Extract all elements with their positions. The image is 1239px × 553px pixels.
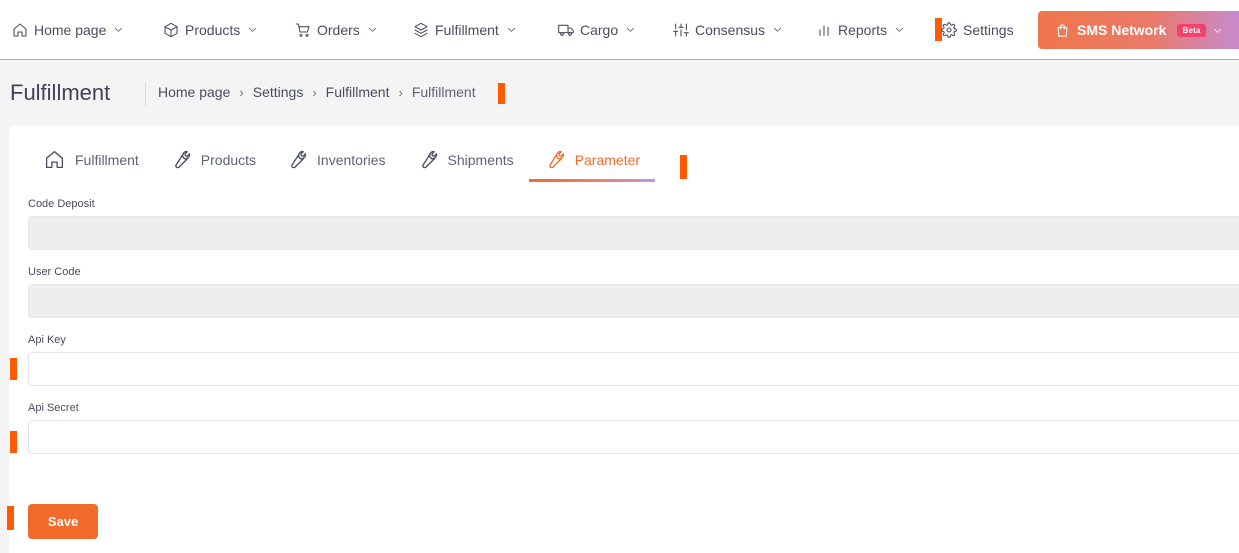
api-secret-label: Api Secret — [28, 402, 79, 414]
wrench-icon — [291, 150, 307, 169]
highlight-marker — [10, 358, 17, 380]
fulfillment-icon — [414, 22, 428, 37]
user-code-label: User Code — [28, 266, 81, 278]
nav-consensus[interactable]: Consensus — [673, 0, 783, 60]
breadcrumb-separator: › — [398, 84, 403, 100]
beta-badge: Beta — [1177, 23, 1206, 37]
highlight-marker — [10, 431, 17, 453]
breadcrumb: Home page › Settings › Fulfillment › Ful… — [158, 84, 476, 100]
chevron-down-icon — [773, 27, 782, 32]
wrench-icon — [175, 150, 190, 169]
code-deposit-label: Code Deposit — [28, 198, 95, 210]
nav-consensus-label: Consensus — [695, 21, 766, 38]
nav-orders[interactable]: Orders — [295, 0, 378, 60]
gear-icon — [941, 21, 957, 38]
highlight-marker — [680, 155, 687, 179]
truck-icon — [558, 24, 574, 36]
sliders-icon — [673, 22, 689, 37]
highlight-marker — [498, 83, 505, 104]
settings-card — [9, 126, 1239, 553]
save-button[interactable]: Save — [28, 504, 98, 539]
tab-shipments[interactable]: Shipments — [417, 146, 514, 182]
chevron-down-icon — [507, 27, 515, 32]
chevron-down-icon — [895, 27, 904, 32]
breadcrumb-separator: › — [239, 84, 244, 100]
cart-icon — [295, 22, 310, 37]
nav-settings[interactable]: Settings — [941, 0, 1014, 60]
nav-home-page-label: Home page — [34, 21, 107, 38]
breadcrumb-home-page[interactable]: Home page — [158, 84, 230, 100]
chevron-down-icon — [627, 27, 635, 32]
chevron-down-icon — [249, 27, 257, 32]
code-deposit-field — [28, 216, 1239, 250]
chevron-down-icon — [115, 27, 123, 32]
title-divider — [145, 82, 146, 106]
tab-shipments-label: Shipments — [447, 152, 514, 168]
nav-reports[interactable]: Reports — [816, 0, 905, 60]
nav-fulfillment[interactable]: Fulfillment — [413, 0, 517, 60]
page-title: Fulfillment — [10, 80, 111, 105]
nav-orders-label: Orders — [317, 21, 360, 38]
nav-reports-label: Reports — [838, 21, 888, 38]
api-key-label: Api Key — [28, 334, 66, 346]
nav-home-page[interactable]: Home page — [12, 0, 124, 60]
top-navbar: Home page Products Orders Fulfillment Ca… — [0, 0, 1239, 60]
nav-products-label: Products — [185, 21, 241, 38]
highlight-marker — [7, 506, 14, 530]
tab-parameter-label: Parameter — [574, 152, 641, 168]
tab-products-label: Products — [200, 152, 257, 168]
api-key-field[interactable] — [28, 352, 1239, 386]
nav-settings-label: Settings — [963, 21, 1014, 38]
breadcrumb-separator: › — [312, 84, 317, 100]
wrench-icon — [548, 150, 564, 169]
breadcrumb-current: Fulfillment — [411, 84, 476, 100]
tab-inventories-label: Inventories — [317, 152, 386, 168]
sms-network-button[interactable]: SMS Network Beta — [1038, 11, 1239, 49]
bar-chart-icon — [819, 24, 829, 36]
tab-parameter[interactable]: Parameter — [528, 146, 656, 182]
wrench-icon — [421, 150, 437, 169]
user-code-field — [28, 284, 1239, 318]
nav-cargo-label: Cargo — [580, 21, 619, 38]
chevron-down-icon — [1213, 28, 1221, 33]
shopping-bag-icon — [1057, 23, 1068, 37]
sms-network-label: SMS Network — [1077, 22, 1167, 38]
home-icon — [45, 150, 64, 169]
nav-fulfillment-label: Fulfillment — [435, 21, 499, 38]
nav-cargo[interactable]: Cargo — [558, 0, 636, 60]
tab-inventories[interactable]: Inventories — [286, 146, 386, 182]
nav-products[interactable]: Products — [163, 0, 258, 60]
chevron-down-icon — [368, 27, 376, 32]
tab-fulfillment-label: Fulfillment — [75, 152, 139, 168]
breadcrumb-settings[interactable]: Settings — [253, 84, 304, 100]
box-icon — [164, 22, 178, 37]
tab-fulfillment[interactable]: Fulfillment — [44, 146, 139, 182]
api-secret-field[interactable] — [28, 420, 1239, 454]
breadcrumb-fulfillment[interactable]: Fulfillment — [326, 84, 390, 100]
home-icon — [13, 22, 27, 37]
tab-products[interactable]: Products — [170, 146, 256, 182]
tab-bar: Fulfillment Products Inventories Shipmen… — [34, 146, 656, 182]
